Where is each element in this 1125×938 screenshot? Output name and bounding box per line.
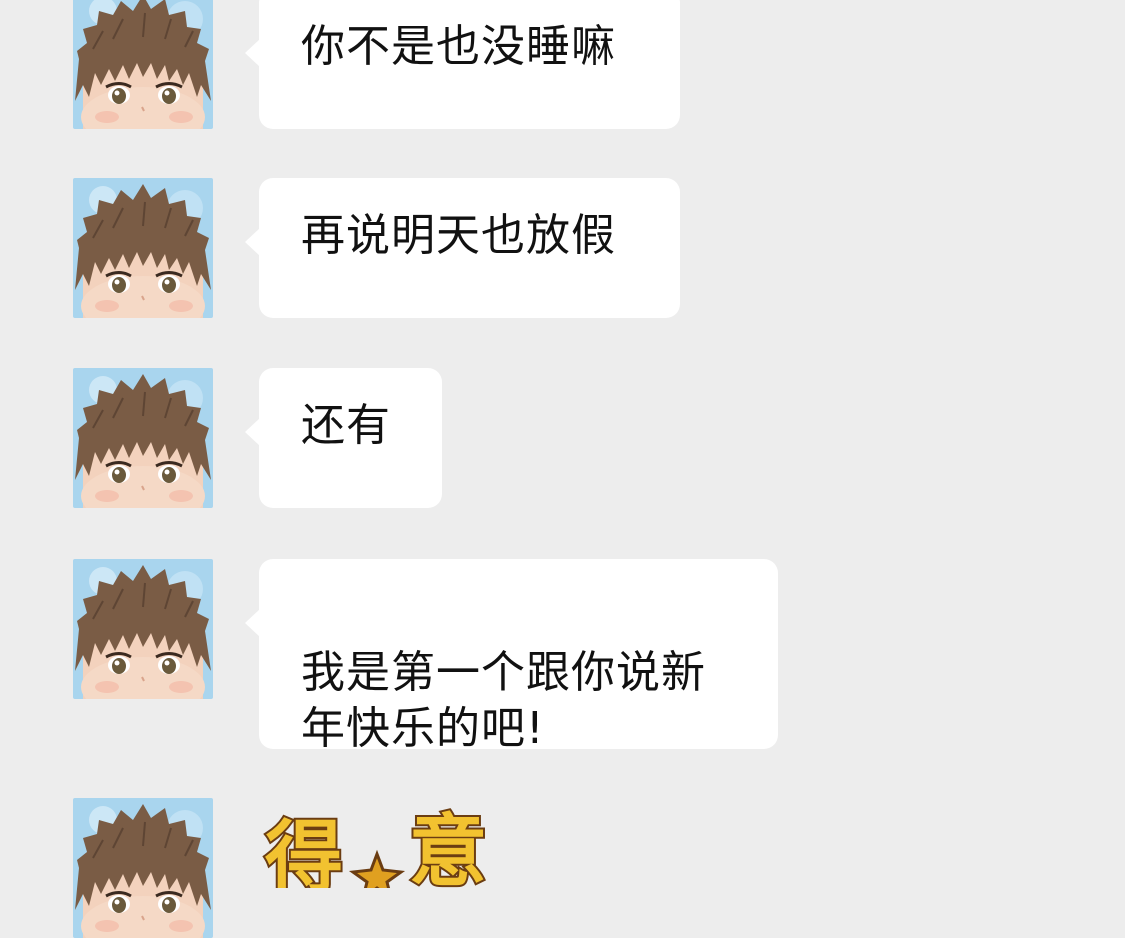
message-bubble[interactable]: 再说明天也放假 bbox=[245, 178, 680, 318]
sticker[interactable]: 得 意 bbox=[259, 798, 509, 888]
avatar[interactable] bbox=[73, 0, 213, 129]
message-text: 还有 bbox=[301, 400, 391, 451]
avatar-boy-icon bbox=[73, 178, 213, 318]
avatar[interactable] bbox=[73, 798, 213, 938]
star-icon bbox=[348, 849, 406, 888]
message-bubble[interactable]: 我是第一个跟你说新 年快乐的吧! bbox=[245, 559, 778, 754]
avatar[interactable] bbox=[73, 178, 213, 318]
avatar[interactable] bbox=[73, 368, 213, 508]
sticker-graphic: 得 意 bbox=[263, 805, 489, 888]
avatar-boy-icon bbox=[73, 798, 213, 938]
message-bubble[interactable]: 还有 bbox=[245, 368, 442, 508]
avatar-boy-icon bbox=[73, 368, 213, 508]
message-text: 再说明天也放假 bbox=[301, 210, 616, 261]
sticker-char-2: 意 bbox=[409, 807, 487, 888]
avatar-boy-icon bbox=[73, 0, 213, 129]
message-text: 我是第一个跟你说新 年快乐的吧! bbox=[301, 647, 706, 754]
avatar[interactable] bbox=[73, 559, 213, 699]
sticker-char-1: 得 bbox=[265, 813, 343, 888]
message-text: 你不是也没睡嘛 bbox=[301, 21, 616, 72]
avatar-boy-icon bbox=[73, 559, 213, 699]
message-bubble[interactable]: 你不是也没睡嘛 bbox=[245, 0, 680, 129]
